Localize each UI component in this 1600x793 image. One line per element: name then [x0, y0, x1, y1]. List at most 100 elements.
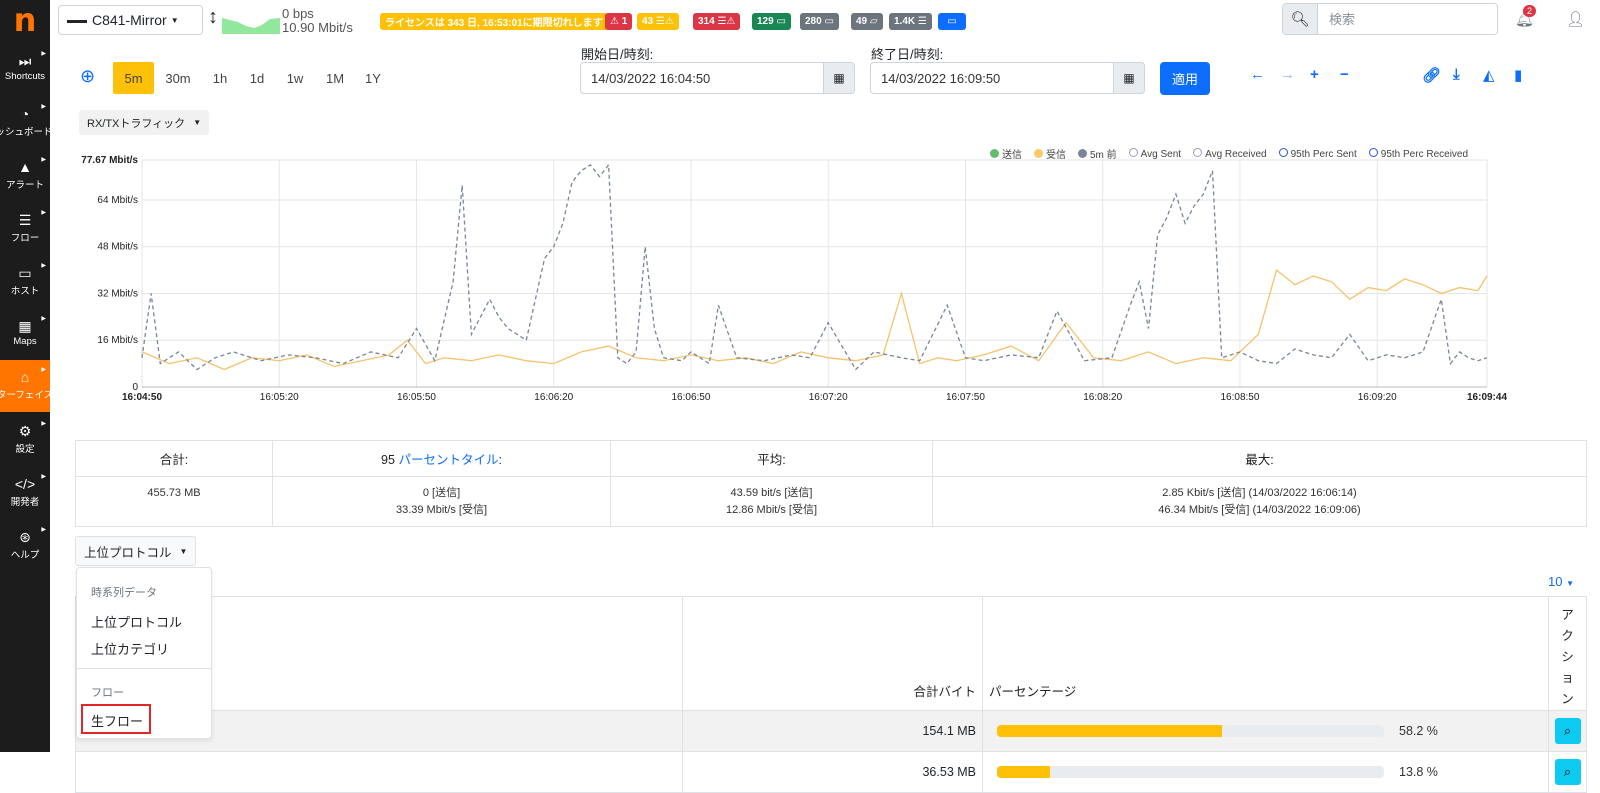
stats-table: 合計: 95 パーセントタイル: 平均: 最大: 455.73 MB 0 [送信…	[75, 440, 1587, 527]
chevron-right-icon: ▶	[41, 316, 46, 322]
total-header: 合計:	[75, 440, 273, 477]
bytes-value: 36.53 MB	[922, 765, 976, 779]
metric-label: RX/TXトラフィック	[87, 117, 186, 130]
sidebar-item-dashboard[interactable]: ◔ ダッシュボード ▶	[0, 97, 50, 147]
area-chart-icon[interactable]: ◭	[1483, 66, 1495, 84]
end-datetime-input[interactable]: 14/03/2022 16:09:50	[870, 62, 1114, 94]
chevron-right-icon: ▶	[41, 104, 46, 110]
total-bytes-header[interactable]: 合計バイト	[682, 596, 983, 711]
bytes-cell: 154.1 MB	[682, 710, 983, 752]
user-menu-icon[interactable]: 👤︎	[1566, 10, 1585, 28]
percentage-bar	[997, 725, 1384, 738]
protocol-cell[interactable]	[75, 751, 683, 793]
badge-count: 1.4K	[894, 16, 916, 27]
search-icon: ⌕	[1563, 764, 1572, 779]
download-icon[interactable]: ⤓	[1453, 66, 1460, 83]
file-icon[interactable]: ▮	[1514, 66, 1522, 84]
zoom-in-icon[interactable]: ⊕	[80, 66, 95, 87]
zoom-action-button[interactable]: ⌕	[1554, 718, 1581, 744]
range-1Y-button[interactable]: 1Y	[358, 62, 388, 94]
sidebar-item-help[interactable]: ⊛ ヘルプ ▶	[0, 520, 50, 570]
badge-count: 43	[642, 16, 654, 27]
laptop-icon: ▭	[821, 16, 834, 27]
link-icon[interactable]: 🔗︎	[1422, 66, 1441, 84]
x-tick-label: 16:09:20	[1358, 392, 1397, 403]
flows-total-badge[interactable]: 1.4K ☰	[889, 13, 932, 30]
sidebar-label: ダッシュボード	[0, 127, 50, 138]
sidebar-item-hosts[interactable]: ▭ ホスト ▶	[0, 256, 50, 306]
range-30m-button[interactable]: 30m	[158, 62, 198, 94]
percentage-cell: 58.2 %	[982, 710, 1549, 752]
rx-rate: 10.90 Mbit/s	[282, 20, 353, 35]
start-label: 開始日/時刻:	[581, 47, 654, 62]
apply-button[interactable]: 適用	[1160, 62, 1210, 95]
range-5m-button[interactable]: 5m	[113, 62, 154, 94]
badge-count: 49	[856, 16, 868, 27]
percentile-link[interactable]: パーセントタイル	[398, 453, 498, 467]
arrow-right-icon[interactable]: →	[1280, 66, 1295, 83]
sidebar-item-alerts[interactable]: ▲ アラート ▶	[0, 150, 50, 200]
x-tick-label: 16:04:50	[122, 392, 162, 403]
chevron-right-icon: ▶	[41, 157, 46, 163]
alerts-badge[interactable]: ⚠ 1	[605, 13, 633, 30]
total-value: 455.73 MB	[147, 487, 201, 499]
action-header: アクション	[1548, 596, 1587, 711]
percentage-bar-fill	[997, 766, 1051, 779]
ntopng-logo[interactable]: n	[0, 0, 50, 40]
up-down-arrow-icon: ↕	[208, 6, 218, 28]
chevron-right-icon: ▶	[41, 210, 46, 216]
start-calendar-button[interactable]: ▦	[823, 62, 855, 94]
y-tick-label: 32 Mbit/s	[97, 288, 138, 299]
interface-dropdown[interactable]: ▬▬ C841-Mirror ▼	[58, 5, 203, 35]
tx-rate: 0 bps	[282, 6, 314, 21]
y-tick-label: 48 Mbit/s	[97, 242, 138, 253]
menu-item-top-protocols[interactable]: 上位プロトコル	[91, 612, 182, 631]
end-calendar-button[interactable]: ▦	[1113, 62, 1145, 94]
hosts-remote-badge[interactable]: 280 ▭	[800, 13, 839, 30]
range-1w-button[interactable]: 1w	[280, 62, 310, 94]
flow-warning-badge[interactable]: 43 ☰⚠	[637, 13, 679, 30]
chevron-right-icon: ▶	[41, 263, 46, 269]
range-1M-button[interactable]: 1M	[319, 62, 351, 94]
menu-header-flows: フロー	[91, 687, 124, 699]
devices-badge[interactable]: 49 ▱	[851, 13, 883, 30]
caret-down-icon: ▼	[179, 546, 188, 556]
range-1h-button[interactable]: 1h	[205, 62, 235, 94]
x-tick-label: 16:07:20	[809, 392, 848, 403]
search-input[interactable]	[1319, 4, 1497, 34]
minus-icon[interactable]: −	[1340, 66, 1349, 83]
chevron-right-icon: ▶	[41, 474, 46, 480]
top-protocols-dropdown[interactable]: 上位プロトコル ▼	[75, 536, 197, 566]
flow-error-badge[interactable]: 314 ☰⚠	[693, 13, 741, 30]
license-badge[interactable]: ライセンスは 343 日, 16:53:01に期限切れします	[380, 13, 608, 30]
search-button[interactable]: 🔍︎	[1283, 4, 1318, 34]
start-datetime-input[interactable]: 14/03/2022 16:04:50	[580, 62, 824, 94]
interface-status-badge[interactable]: ▭	[938, 13, 966, 30]
sidebar-item-developer[interactable]: </> 開発者 ▶	[0, 467, 50, 517]
action-cell: ⌕	[1548, 710, 1587, 752]
search-icon: ⌕	[1563, 723, 1572, 738]
sidebar-item-settings[interactable]: ⚙ 設定 ▶	[0, 414, 50, 464]
percentage-header[interactable]: パーセンテージ	[982, 596, 1549, 711]
chevron-right-icon: ▶	[41, 527, 46, 533]
sidebar-item-maps[interactable]: ▦ Maps ▶	[0, 309, 50, 359]
search-icon: 🔍︎	[1290, 11, 1310, 28]
sidebar-label: フロー	[10, 233, 40, 244]
sidebar-item-flows[interactable]: ☰ フロー ▶	[0, 203, 50, 253]
highlight-box	[81, 704, 151, 734]
menu-item-top-categories[interactable]: 上位カテゴリ	[91, 639, 169, 658]
arrow-left-icon[interactable]: ←	[1250, 66, 1265, 83]
zoom-action-button[interactable]: ⌕	[1554, 759, 1581, 785]
metric-dropdown[interactable]: RX/TXトラフィック ▼	[79, 110, 210, 135]
hosts-local-badge[interactable]: 129 ▭	[752, 13, 791, 30]
y-tick-label: 16 Mbit/s	[97, 335, 138, 346]
action-cell: ⌕	[1548, 751, 1587, 793]
plus-icon[interactable]: +	[1310, 66, 1319, 83]
page-size-dropdown[interactable]: 10 ▼	[1548, 574, 1574, 589]
sidebar-label: 設定	[15, 444, 35, 455]
chevron-right-icon: ▶	[41, 367, 46, 373]
sidebar-item-shortcuts[interactable]: ⏭ Shortcuts ▶	[0, 44, 50, 94]
sidebar-item-interfaces[interactable]: ⌂ インターフェイス ▶	[0, 360, 50, 412]
range-1d-button[interactable]: 1d	[242, 62, 272, 94]
start-datetime-value: 14/03/2022 16:04:50	[591, 70, 711, 86]
